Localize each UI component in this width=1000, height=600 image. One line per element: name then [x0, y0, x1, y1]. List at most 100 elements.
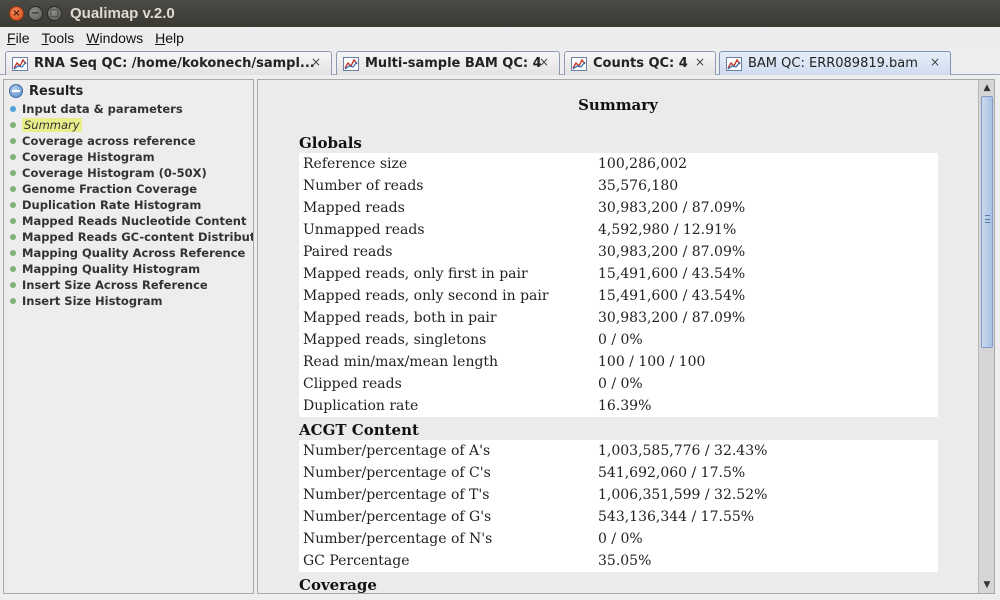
- menu-help-mnemonic: H: [155, 30, 166, 46]
- row-key: Number/percentage of T's: [303, 487, 490, 503]
- tab-bar: RNA Seq QC: /home/kokonech/sampl... × Mu…: [0, 49, 1000, 75]
- report-content: Summary Globals Reference size 100,286,00…: [258, 80, 978, 593]
- tree-item-label: Mapped Reads GC-content Distributi: [22, 230, 254, 244]
- tree-item-label: Mapping Quality Across Reference: [22, 246, 246, 260]
- row-value: 0 / 0%: [598, 531, 643, 547]
- tree-item-genome-fraction-coverage[interactable]: Genome Fraction Coverage: [10, 181, 253, 197]
- row-key: Mapped reads, only first in pair: [303, 266, 528, 282]
- minimize-icon: −: [31, 7, 40, 19]
- row-key: Reference size: [303, 156, 408, 172]
- table-row: Number/percentage of N's 0 / 0%: [299, 528, 938, 550]
- close-window-button[interactable]: ×: [9, 6, 24, 21]
- menu-file-label: ile: [15, 30, 30, 46]
- tree-item-insert-size-histogram[interactable]: Insert Size Histogram: [10, 293, 253, 309]
- tree-item-mapping-quality-across-reference[interactable]: Mapping Quality Across Reference: [10, 245, 253, 261]
- menu-tools[interactable]: Tools: [42, 30, 75, 46]
- tree-item-coverage-across-reference[interactable]: Coverage across reference: [10, 133, 253, 149]
- minimize-window-button[interactable]: −: [28, 6, 43, 21]
- menu-windows-label: indows: [99, 30, 144, 46]
- bullet-icon: [10, 186, 16, 192]
- maximize-window-button[interactable]: □: [47, 6, 62, 21]
- bullet-icon: [10, 202, 16, 208]
- bullet-icon: [10, 170, 16, 176]
- row-value: 30,983,200 / 87.09%: [598, 244, 746, 260]
- menu-file[interactable]: File: [7, 30, 30, 46]
- table-row: Paired reads 30,983,200 / 87.09%: [299, 241, 938, 263]
- tab-rna-seq-qc[interactable]: RNA Seq QC: /home/kokonech/sampl... ×: [5, 51, 332, 75]
- tree-item-insert-size-across-reference[interactable]: Insert Size Across Reference: [10, 277, 253, 293]
- tab-multi-sample-bam-qc[interactable]: Multi-sample BAM QC: 4 ×: [336, 51, 560, 75]
- scrollbar-thumb[interactable]: [981, 96, 993, 348]
- tree-item-label: Summary: [22, 118, 82, 132]
- tab-close-icon[interactable]: ×: [539, 55, 549, 69]
- tree-item-label: Mapped Reads Nucleotide Content: [22, 214, 247, 228]
- scroll-down-icon[interactable]: ▼: [981, 579, 993, 591]
- row-value: 1,003,585,776 / 32.43%: [598, 443, 768, 459]
- row-value: 1,006,351,599 / 32.52%: [598, 487, 768, 503]
- collapse-icon[interactable]: [9, 84, 23, 98]
- tab-bam-qc[interactable]: BAM QC: ERR089819.bam ×: [719, 51, 951, 75]
- tree-item-gc-content-distribution[interactable]: Mapped Reads GC-content Distributi: [10, 229, 253, 245]
- table-row: Number/percentage of A's 1,003,585,776 / …: [299, 440, 938, 462]
- tree-item-summary[interactable]: Summary: [10, 117, 253, 133]
- tree-item-label: Input data & parameters: [22, 102, 183, 116]
- close-icon: ×: [12, 7, 21, 19]
- menu-help[interactable]: Help: [155, 30, 184, 46]
- row-key: Clipped reads: [303, 376, 402, 392]
- row-value: 100 / 100 / 100: [598, 354, 706, 370]
- tree-item-nucleotide-content[interactable]: Mapped Reads Nucleotide Content: [10, 213, 253, 229]
- menu-help-label: elp: [165, 30, 184, 46]
- tree-item-coverage-histogram-0-50x[interactable]: Coverage Histogram (0-50X): [10, 165, 253, 181]
- bullet-icon: [10, 298, 16, 304]
- tab-close-icon[interactable]: ×: [930, 55, 940, 69]
- bullet-icon: [10, 122, 16, 128]
- menu-windows[interactable]: Windows: [86, 30, 143, 46]
- row-key: Duplication rate: [303, 398, 419, 414]
- report-panel: Summary Globals Reference size 100,286,00…: [257, 79, 995, 594]
- acgt-table: Number/percentage of A's 1,003,585,776 / …: [299, 440, 938, 572]
- row-key: Mapped reads, both in pair: [303, 310, 497, 326]
- menu-file-mnemonic: F: [7, 30, 16, 46]
- table-row: Number/percentage of C's 541,692,060 / 17…: [299, 462, 938, 484]
- tree-root-label: Results: [29, 83, 84, 99]
- row-key: Mapped reads, singletons: [303, 332, 487, 348]
- row-key: Mapped reads: [303, 200, 405, 216]
- tree-item-coverage-histogram[interactable]: Coverage Histogram: [10, 149, 253, 165]
- tree-item-label: Mapping Quality Histogram: [22, 262, 201, 276]
- table-row: Unmapped reads 4,592,980 / 12.91%: [299, 219, 938, 241]
- row-key: GC Percentage: [303, 553, 410, 569]
- row-key: Number/percentage of C's: [303, 465, 491, 481]
- table-row: Mapped reads, singletons 0 / 0%: [299, 329, 938, 351]
- tab-counts-qc[interactable]: Counts QC: 4 ×: [564, 51, 716, 75]
- page-title: Summary: [578, 96, 658, 114]
- globals-table: Reference size 100,286,002 Number of read…: [299, 153, 938, 417]
- tree-item-mapping-quality-histogram[interactable]: Mapping Quality Histogram: [10, 261, 253, 277]
- tree-item-input-data[interactable]: Input data & parameters: [10, 101, 253, 117]
- grip-icon: [985, 215, 990, 223]
- tree-root-results[interactable]: Results: [9, 81, 253, 101]
- tree-item-label: Duplication Rate Histogram: [22, 198, 202, 212]
- row-key: Paired reads: [303, 244, 393, 260]
- table-row: Reference size 100,286,002: [299, 153, 938, 175]
- menu-tools-label: ools: [48, 30, 75, 46]
- tab-close-icon[interactable]: ×: [695, 55, 705, 69]
- tree-item-label: Insert Size Histogram: [22, 294, 163, 308]
- tab-close-icon[interactable]: ×: [311, 55, 321, 69]
- row-value: 0 / 0%: [598, 332, 643, 348]
- scroll-up-icon[interactable]: ▲: [981, 82, 993, 94]
- vertical-scrollbar[interactable]: ▲ ▼: [978, 80, 994, 593]
- section-title-coverage: Coverage: [299, 576, 377, 594]
- tree-item-label: Coverage Histogram: [22, 150, 155, 164]
- row-key: Number/percentage of N's: [303, 531, 493, 547]
- section-title-globals: Globals: [299, 134, 362, 152]
- main-window: File Tools Windows Help RNA Seq QC: /hom…: [0, 27, 1000, 600]
- tree-item-label: Coverage Histogram (0-50X): [22, 166, 207, 180]
- tree-item-label: Insert Size Across Reference: [22, 278, 208, 292]
- row-value: 15,491,600 / 43.54%: [598, 288, 746, 304]
- tree-item-duplication-rate-histogram[interactable]: Duplication Rate Histogram: [10, 197, 253, 213]
- row-value: 35.05%: [598, 553, 652, 569]
- row-key: Unmapped reads: [303, 222, 425, 238]
- table-row: Duplication rate 16.39%: [299, 395, 938, 417]
- row-value: 4,592,980 / 12.91%: [598, 222, 737, 238]
- table-row: Mapped reads, only second in pair 15,491,…: [299, 285, 938, 307]
